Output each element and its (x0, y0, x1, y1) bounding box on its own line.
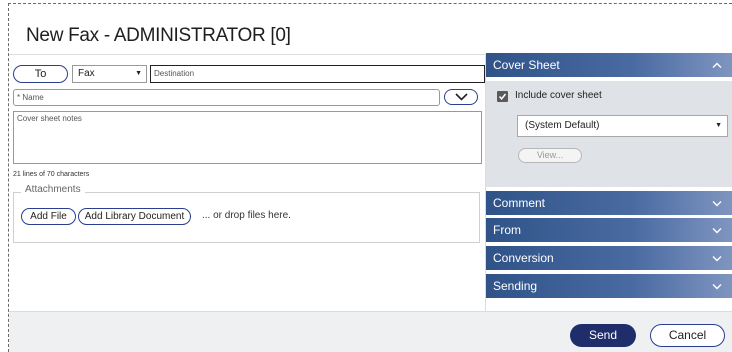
caret-down-icon: ▼ (715, 122, 722, 129)
accordion-from-label: From (493, 223, 521, 237)
include-cover-sheet-label[interactable]: Include cover sheet (515, 90, 602, 101)
cancel-button[interactable]: Cancel (650, 324, 725, 347)
destination-placeholder: Destination (154, 69, 195, 78)
chevron-down-icon (712, 284, 722, 290)
send-button[interactable]: Send (570, 324, 636, 347)
recipient-type-select[interactable]: Fax ▼ (72, 65, 147, 83)
destination-input[interactable]: Destination (150, 65, 485, 83)
chevron-down-icon (712, 256, 722, 262)
cover-sheet-template-select[interactable]: (System Default) ▼ (517, 115, 728, 137)
to-button[interactable]: To (13, 65, 68, 83)
add-library-document-button[interactable]: Add Library Document (78, 208, 191, 225)
chevron-up-icon (712, 62, 722, 68)
name-input[interactable]: * Name (13, 89, 440, 106)
accordion-comment-label: Comment (493, 196, 546, 210)
recipient-type-value: Fax (78, 68, 95, 79)
fax-form: To Fax ▼ Destination * Name Cover sheet … (9, 55, 485, 311)
notes-placeholder: Cover sheet notes (17, 114, 82, 123)
accordion-cover-sheet-label: Cover Sheet (493, 58, 560, 72)
caret-down-icon: ▼ (135, 70, 142, 77)
cover-sheet-panel: Include cover sheet (System Default) ▼ V… (486, 81, 732, 187)
accordion-comment-header[interactable]: Comment (486, 191, 732, 215)
checkmark-icon (498, 93, 507, 100)
accordion-from-header[interactable]: From (486, 218, 732, 242)
add-file-button[interactable]: Add File (21, 208, 76, 225)
accordion-cover-sheet-header[interactable]: Cover Sheet (486, 53, 732, 77)
name-dropdown-button[interactable] (444, 89, 478, 105)
accordion-sending-header[interactable]: Sending (486, 274, 732, 298)
name-placeholder: * Name (17, 93, 44, 102)
cover-sheet-notes-textarea[interactable]: Cover sheet notes (13, 111, 482, 164)
dialog-title: New Fax - ADMINISTRATOR [0] (26, 25, 291, 46)
accordion-conversion-label: Conversion (493, 251, 554, 265)
cover-sheet-template-value: (System Default) (525, 120, 600, 131)
accordion-conversion-header[interactable]: Conversion (486, 246, 732, 270)
dialog-footer: Send Cancel (9, 312, 732, 352)
accordion-sending-label: Sending (493, 279, 538, 293)
view-cover-sheet-button[interactable]: View... (518, 148, 582, 163)
chevron-down-icon (712, 201, 722, 207)
notes-line-info: 21 lines of 70 characters (13, 171, 90, 178)
attachments-legend: Attachments (21, 184, 85, 195)
drop-files-hint: ... or drop files here. (202, 210, 291, 221)
chevron-down-icon (455, 93, 468, 101)
new-fax-dialog: New Fax - ADMINISTRATOR [0] To Fax ▼ Des… (9, 4, 732, 352)
include-cover-sheet-checkbox[interactable] (497, 91, 508, 102)
chevron-down-icon (712, 228, 722, 234)
